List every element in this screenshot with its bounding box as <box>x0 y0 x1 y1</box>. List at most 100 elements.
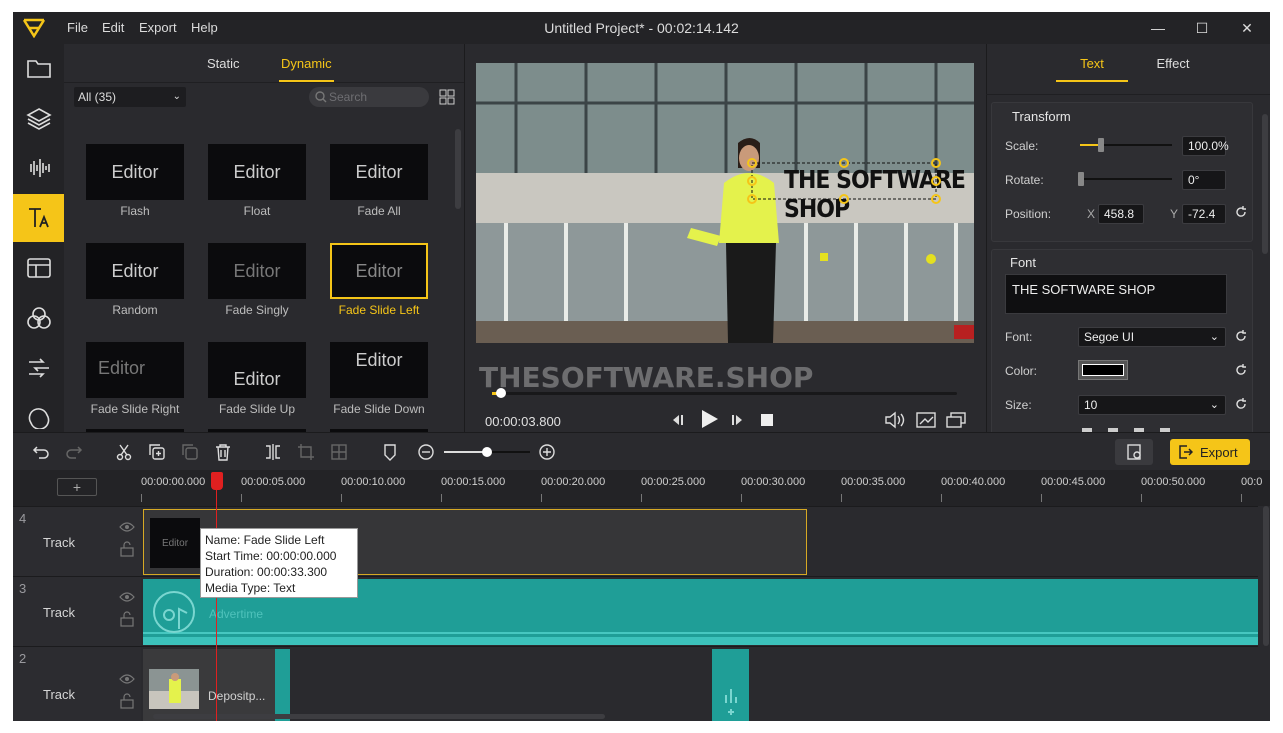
effect-label: Fade Slide Right <box>90 402 180 416</box>
ruler-tick-label: 00:00:20.000 <box>541 476 606 488</box>
position-y-field[interactable]: -72.4 <box>1182 204 1226 224</box>
audio-clip-label: Advertime <box>209 607 264 621</box>
video-clip-thumb <box>149 669 199 709</box>
size-select[interactable]: 10 ⌄ <box>1078 395 1226 415</box>
scale-value-field[interactable]: 100.0% <box>1182 136 1229 156</box>
fullscreen-icon[interactable] <box>945 411 967 429</box>
tab-text[interactable]: Text <box>1056 56 1128 82</box>
snapshot-icon[interactable] <box>915 411 937 429</box>
paste-icon[interactable] <box>181 443 199 461</box>
transform-handles[interactable] <box>746 158 946 208</box>
split-icon[interactable] <box>264 443 282 461</box>
volume-icon[interactable] <box>884 411 906 429</box>
visibility-icon[interactable] <box>119 521 135 533</box>
effect-thumb-fade-slide-left[interactable]: Editor <box>330 243 428 299</box>
delete-icon[interactable] <box>214 443 232 461</box>
crop-icon[interactable] <box>297 443 315 461</box>
audio-clip-segment[interactable] <box>712 649 749 721</box>
timeline-ruler[interactable]: + 00:00:00.000 00:00:05.000 00:00:10.000 00… <box>13 470 1270 506</box>
zoom-slider-knob[interactable] <box>482 447 492 457</box>
effect-thumb-float[interactable]: Editor <box>208 144 306 200</box>
y-label: Y <box>1170 207 1179 221</box>
reset-icon[interactable] <box>1234 205 1248 219</box>
effect-thumb-flash[interactable]: Editor <box>86 144 184 200</box>
lock-icon[interactable] <box>120 693 134 709</box>
reset-icon[interactable] <box>1234 329 1248 343</box>
scale-slider[interactable] <box>1080 138 1172 152</box>
position-x-field[interactable]: 458.8 <box>1098 204 1144 224</box>
playhead-handle[interactable] <box>211 472 223 490</box>
rotate-slider[interactable] <box>1078 172 1172 186</box>
zoom-out-icon[interactable] <box>417 443 435 461</box>
tab-static[interactable]: Static <box>207 54 240 82</box>
track-header: 3 Track <box>13 577 141 646</box>
undo-icon[interactable] <box>32 443 50 461</box>
size-select-value: 10 <box>1084 398 1098 412</box>
timeline-scrollbar[interactable] <box>1263 506 1269 646</box>
effect-thumb-fade-all[interactable]: Editor <box>330 144 428 200</box>
lock-icon[interactable] <box>120 611 134 627</box>
copy-icon[interactable] <box>148 443 166 461</box>
next-frame-icon[interactable] <box>730 412 746 428</box>
settings-button[interactable] <box>1115 439 1153 465</box>
preview-progress-knob[interactable] <box>496 388 507 398</box>
text-content-field[interactable]: THE SOFTWARE SHOP <box>1005 274 1227 314</box>
grid-view-icon[interactable] <box>439 89 455 105</box>
tab-effect[interactable]: Effect <box>1146 56 1200 71</box>
maximize-icon[interactable]: ☐ <box>1190 16 1214 40</box>
track-2: 2 Track Depositp... <box>13 646 1258 721</box>
zoom-in-icon[interactable] <box>538 443 556 461</box>
transition-clip[interactable] <box>275 649 290 721</box>
rotate-slider-handle[interactable] <box>1078 172 1084 186</box>
add-track-button[interactable]: + <box>57 478 97 496</box>
reset-icon[interactable] <box>1234 363 1248 377</box>
playhead-line <box>216 488 217 721</box>
stop-icon[interactable] <box>759 412 775 428</box>
video-clip[interactable]: Depositp... <box>143 649 275 721</box>
visibility-icon[interactable] <box>119 591 135 603</box>
mosaic-icon[interactable] <box>330 443 348 461</box>
ruler-tick-label: 00:00:15.000 <box>441 476 506 488</box>
timeline-hscrollbar[interactable] <box>153 714 605 719</box>
effect-thumb-fade-slide-up[interactable]: Editor <box>208 342 306 398</box>
effect-thumb-fade-slide-down[interactable]: Editor <box>330 342 428 398</box>
export-button[interactable]: Export <box>1170 439 1250 465</box>
properties-scrollbar[interactable] <box>1262 114 1268 254</box>
transitions-icon[interactable] <box>13 244 64 292</box>
previous-frame-icon[interactable] <box>669 412 685 428</box>
scale-slider-handle[interactable] <box>1098 138 1104 152</box>
filters-icon[interactable] <box>13 294 64 342</box>
media-icon[interactable] <box>13 44 64 92</box>
font-select[interactable]: Segoe UI ⌄ <box>1078 327 1226 347</box>
effect-thumb-random[interactable]: Editor <box>86 243 184 299</box>
color-swatch[interactable] <box>1078 360 1128 380</box>
search-input[interactable]: Search <box>309 87 429 107</box>
effect-thumb-fade-singly[interactable]: Editor <box>208 243 306 299</box>
elements-icon[interactable] <box>13 344 64 392</box>
tab-dynamic[interactable]: Dynamic <box>279 54 334 82</box>
text-icon[interactable] <box>13 194 64 242</box>
redo-icon[interactable] <box>65 443 83 461</box>
minimize-icon[interactable]: — <box>1146 16 1170 40</box>
library-scrollbar[interactable] <box>455 129 461 209</box>
audio-icon[interactable] <box>13 144 64 192</box>
close-icon[interactable]: ✕ <box>1235 16 1259 40</box>
ruler-tick-label: 00:00:05.000 <box>241 476 306 488</box>
cut-icon[interactable] <box>115 443 133 461</box>
reset-icon[interactable] <box>1234 397 1248 411</box>
effect-thumb-fade-slide-right[interactable]: Editor <box>86 342 184 398</box>
track-number: 2 <box>19 651 27 666</box>
marker-icon[interactable] <box>381 443 399 461</box>
layers-icon[interactable] <box>13 94 64 142</box>
effect-label: Flash <box>120 204 150 218</box>
category-select[interactable]: All (35) ⌄ <box>74 87 186 107</box>
audio-segment-icon <box>725 689 737 715</box>
preview-progress-track[interactable] <box>492 388 957 398</box>
play-icon[interactable] <box>698 408 720 430</box>
lock-icon[interactable] <box>120 541 134 557</box>
ruler-tick-mark <box>641 494 642 502</box>
zoom-slider[interactable] <box>444 447 530 457</box>
tooltip-name: Name: Fade Slide Left <box>205 533 325 547</box>
visibility-icon[interactable] <box>119 673 135 685</box>
rotate-value-field[interactable]: 0° <box>1182 170 1226 190</box>
